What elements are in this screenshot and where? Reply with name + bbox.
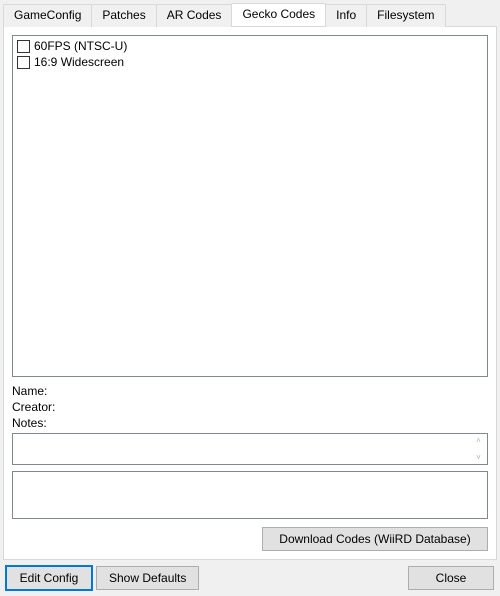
chevron-down-icon[interactable]: ˅ <box>476 453 481 462</box>
list-item[interactable]: 60FPS (NTSC-U) <box>15 38 485 54</box>
tab-info[interactable]: Info <box>325 4 367 27</box>
edit-config-button[interactable]: Edit Config <box>6 566 92 590</box>
download-codes-button[interactable]: Download Codes (WiiRD Database) <box>262 527 488 551</box>
show-defaults-button[interactable]: Show Defaults <box>96 566 199 590</box>
gecko-codes-list[interactable]: 60FPS (NTSC-U) 16:9 Widescreen <box>12 35 488 377</box>
dialog-button-bar: Edit Config Show Defaults Close <box>0 560 500 596</box>
code-label: 60FPS (NTSC-U) <box>34 39 127 53</box>
list-item[interactable]: 16:9 Widescreen <box>15 54 485 70</box>
spin-control[interactable]: ˄ ˅ <box>470 434 487 464</box>
properties-window: GameConfig Patches AR Codes Gecko Codes … <box>0 0 500 596</box>
creator-label: Creator: <box>12 400 55 414</box>
notes-textbox[interactable]: ˄ ˅ <box>12 433 488 465</box>
gecko-codes-panel: 60FPS (NTSC-U) 16:9 Widescreen Name: Cre… <box>3 26 497 560</box>
notes-label: Notes: <box>12 416 47 430</box>
name-label: Name: <box>12 384 47 398</box>
code-preview-box[interactable] <box>12 471 488 519</box>
checkbox-icon[interactable] <box>17 40 30 53</box>
chevron-up-icon[interactable]: ˄ <box>476 436 481 445</box>
code-label: 16:9 Widescreen <box>34 55 124 69</box>
tab-strip: GameConfig Patches AR Codes Gecko Codes … <box>0 0 500 26</box>
tab-filesystem[interactable]: Filesystem <box>366 4 445 27</box>
tab-patches[interactable]: Patches <box>91 4 156 27</box>
tab-gameconfig[interactable]: GameConfig <box>3 4 92 27</box>
code-details: Name: Creator: Notes: <box>12 377 488 433</box>
tab-gecko-codes[interactable]: Gecko Codes <box>231 3 326 26</box>
notes-value <box>13 434 470 464</box>
close-button[interactable]: Close <box>408 566 494 590</box>
checkbox-icon[interactable] <box>17 56 30 69</box>
tab-ar-codes[interactable]: AR Codes <box>156 4 233 27</box>
